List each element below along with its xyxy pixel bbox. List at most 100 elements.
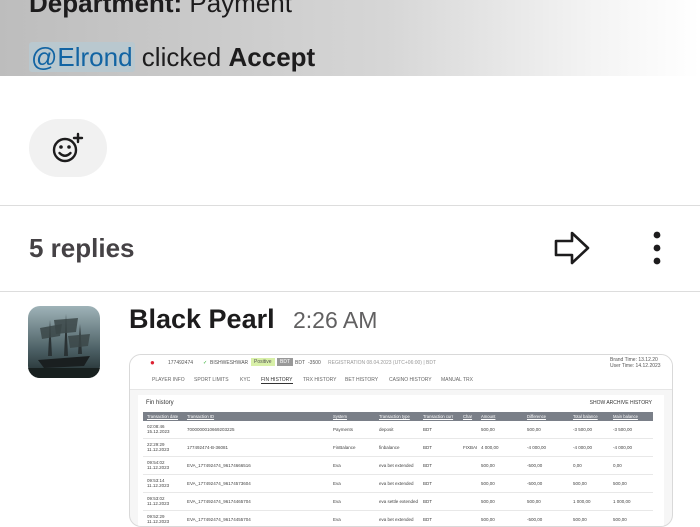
fin-history-table: Transaction date Transaction ID System Tran… (143, 412, 653, 526)
department-line: Department: Payment (29, 0, 292, 19)
table-cell: 500,00 (573, 517, 587, 522)
table-cell: -500,00 (527, 517, 543, 522)
table-cell: Eva (333, 481, 341, 486)
table-cell: BDT (423, 427, 432, 432)
table-row: 09:53:02 11.12.2023 EVA_177492474_9617446… (143, 493, 653, 511)
attachment-tabs: PLAYER INFO SPORT LIMITS KYC FIN HISTORY… (130, 373, 672, 390)
tab-bet-history: BET HISTORY (345, 377, 379, 383)
table-cell: -500,00 (527, 463, 543, 468)
table-cell: 09:53:14 11.12.2023 (147, 478, 170, 488)
user-mention[interactable]: @Elrond (29, 42, 135, 72)
pirate-ship-avatar-image (28, 306, 100, 378)
archive-link: SHOW ARCHIVE HISTORY (589, 400, 652, 406)
reply-timestamp[interactable]: 2:26 AM (293, 307, 377, 334)
table-cell: -4 000,00 (613, 445, 633, 450)
action-line: @Elrond clicked Accept (29, 42, 315, 73)
reply-author[interactable]: Black Pearl (129, 304, 275, 335)
player-name: BISHWESHWAR (210, 360, 249, 366)
table-row: 22:29:29 11.12.2023 177492474-B-36081 FinB… (143, 439, 653, 457)
table-cell: BDT (423, 499, 432, 504)
department-label: Department: (29, 0, 183, 18)
table-cell: 22:29:29 11.12.2023 (147, 442, 170, 452)
table-cell: BDT (423, 445, 432, 450)
table-cell: -500,00 (527, 481, 543, 486)
more-vertical-icon (653, 231, 661, 265)
check-icon: ✓ (203, 360, 208, 366)
table-cell: 500,00 (481, 463, 495, 468)
table-cell: 500,00 (481, 427, 495, 432)
table-cell: 7000000010669203225 (187, 427, 235, 432)
table-cell: 500,00 (481, 517, 495, 522)
table-cell: deposit (379, 427, 394, 432)
tab-trx-history: TRX HISTORY (303, 377, 337, 383)
table-cell: FIXBAI (463, 445, 478, 450)
share-button[interactable] (552, 230, 592, 266)
status-badge: Positive (251, 358, 275, 366)
more-actions-button[interactable] (648, 228, 666, 270)
column-header: Char (463, 414, 473, 419)
column-header: Transaction type (379, 414, 410, 419)
currency-label: BDT (295, 360, 305, 366)
table-header: Transaction date Transaction ID System Tran… (143, 412, 653, 421)
table-cell: 09:52:29 11.12.2023 (147, 514, 170, 524)
tab-sport-limits: SPORT LIMITS (194, 377, 229, 383)
table-cell: 09:53:02 11.12.2023 (147, 496, 170, 506)
add-reaction-icon (52, 132, 84, 163)
table-cell: FinBalance (333, 445, 356, 450)
divider (0, 205, 700, 206)
column-header: System (333, 414, 347, 419)
table-cell: 1 000,00 (613, 499, 631, 504)
avatar[interactable] (28, 306, 100, 378)
table-cell: EVA_177492474_96174666516 (187, 463, 251, 468)
table-cell: 500,00 (481, 481, 495, 486)
table-cell: eva bet extended (379, 517, 414, 522)
table-row: 09:54:02 11.12.2023 EVA_177492474_9617466… (143, 457, 653, 475)
table-cell: eva bet extended (379, 481, 414, 486)
table-cell: 0,00 (613, 463, 622, 468)
tab-player-info: PLAYER INFO (152, 377, 185, 383)
table-cell: Payments (333, 427, 354, 432)
table-cell: EVA_177492474_96174455704 (187, 517, 251, 522)
table-cell: 4 000,00 (481, 445, 499, 450)
table-cell: -3 500,00 (613, 427, 633, 432)
tab-fin-history: FIN HISTORY (261, 377, 293, 384)
table-cell: -4 000,00 (527, 445, 547, 450)
table-cell: BDT (423, 463, 432, 468)
message-highlight: Department: Payment @Elrond clicked Acce… (0, 0, 700, 76)
attachment-header: ● 177492474 ✓ BISHWESHWAR Positive BDT B… (130, 355, 672, 373)
table-cell: 500,00 (613, 481, 627, 486)
table-cell: 500,00 (527, 427, 541, 432)
share-arrow-icon (554, 231, 590, 265)
fin-history-panel: Fin history SHOW ARCHIVE HISTORY Transac… (138, 395, 664, 526)
column-header: Amount (481, 414, 496, 419)
table-cell: EVA_177492474_96174573604 (187, 481, 251, 486)
table-cell: BDT (423, 481, 432, 486)
column-header: Transaction curr (423, 414, 454, 419)
image-attachment[interactable]: ● 177492474 ✓ BISHWESHWAR Positive BDT B… (129, 354, 673, 527)
action-target: Accept (228, 42, 316, 72)
column-header: Transaction ID (187, 414, 215, 419)
table-cell: -4 000,00 (573, 445, 593, 450)
table-cell: 500,00 (527, 499, 541, 504)
replies-count[interactable]: 5 replies (29, 233, 135, 264)
table-row: 02:08:46 15.12.2023 7000000010669203225 Pa… (143, 421, 653, 439)
column-header: Total balance (573, 414, 598, 419)
table-body: 02:08:46 15.12.2023 7000000010669203225 Pa… (143, 421, 653, 526)
user-time: User Time: 14.12.2023 (610, 363, 661, 369)
table-cell: 500,00 (573, 481, 587, 486)
divider (0, 291, 700, 292)
currency-badge: BDT (277, 358, 293, 366)
department-value: Payment (189, 0, 292, 18)
action-text: clicked (141, 42, 222, 72)
add-reaction-button[interactable] (29, 119, 107, 177)
table-cell: BDT (423, 517, 432, 522)
table-cell: 1 000,00 (573, 499, 591, 504)
column-header: Main balance (613, 414, 638, 419)
table-cell: Eva (333, 499, 341, 504)
table-cell: Eva (333, 517, 341, 522)
table-cell: 02:08:46 15.12.2023 (147, 424, 170, 434)
table-cell: 0,00 (573, 463, 582, 468)
registration-info: REGISTRATION 08.04.2023 (UTC+06:00) | BD… (328, 360, 437, 366)
player-id: 177492474 (168, 360, 194, 366)
status-dot-icon: ● (150, 358, 155, 367)
